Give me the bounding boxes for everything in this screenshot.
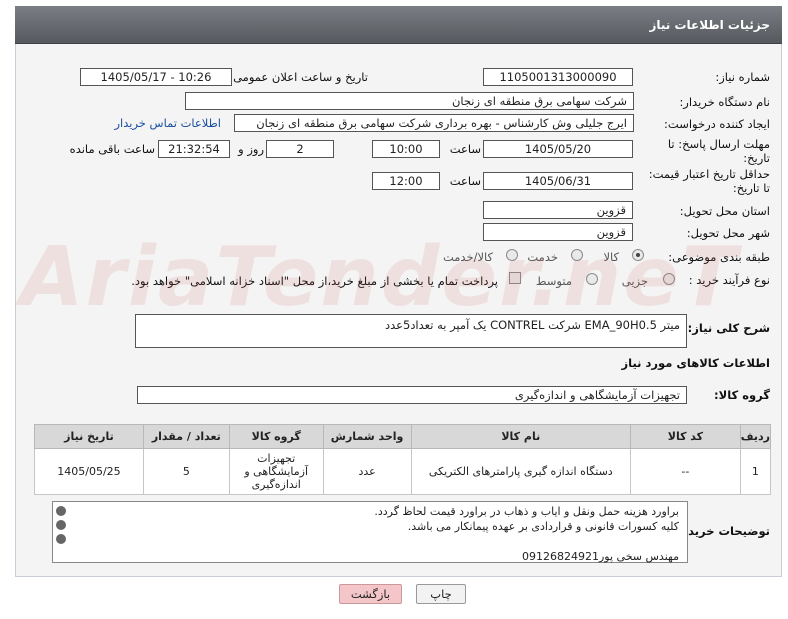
buyer-contact-link[interactable]: اطلاعات تماس خریدار xyxy=(114,116,221,130)
print-button[interactable]: چاپ xyxy=(416,584,466,604)
back-button[interactable]: بازگشت xyxy=(339,584,402,604)
buyer-notes-line xyxy=(61,534,679,549)
province-field: قزوین xyxy=(483,201,633,219)
remaining-time-label: ساعت باقی مانده xyxy=(69,142,155,156)
goods-group-label: گروه کالا: xyxy=(714,388,770,402)
col-date: تاریخ نیاز xyxy=(34,424,144,449)
col-row: ردیف xyxy=(739,424,772,449)
scroll-dot-icon xyxy=(56,506,66,516)
reply-days-field: 2 xyxy=(266,140,334,158)
need-number-field: 1105001313000090 xyxy=(483,68,633,86)
table-row: 1 -- دستگاه اندازه گیری پارامترهای الکتر… xyxy=(34,448,772,495)
cell-name: دستگاه اندازه گیری پارامترهای الکتریکی xyxy=(410,448,632,495)
province-label: استان محل تحویل: xyxy=(679,204,770,218)
col-group: گروه کالا xyxy=(228,424,324,449)
panel-header: جزئیات اطلاعات نیاز xyxy=(15,6,782,44)
need-number-label: شماره نیاز: xyxy=(715,70,770,84)
cell-row: 1 xyxy=(739,448,772,495)
price-validity-label: حداقل تاریخ اعتبار قیمت: تا تاریخ: xyxy=(648,167,770,195)
creator-field: ایرج جلیلی وش کارشناس - بهره برداری شرکت… xyxy=(234,114,634,132)
buyer-notes-line: مهندس سخی پور09126824921 xyxy=(521,550,679,563)
scroll-dot-icon xyxy=(56,534,66,544)
reply-deadline-time-field: 10:00 xyxy=(372,140,440,158)
col-name: نام کالا xyxy=(410,424,632,449)
price-validity-date-field: 1405/06/31 xyxy=(483,172,633,190)
price-validity-time-field: 12:00 xyxy=(372,172,440,190)
goods-table-header: ردیف کد کالا نام کالا واحد شمارش گروه کا… xyxy=(34,424,772,449)
buyer-org-field: شرکت سهامی برق منطقه ای زنجان xyxy=(185,92,634,110)
reply-deadline-date-field: 1405/05/20 xyxy=(483,140,633,158)
page-title: جزئیات اطلاعات نیاز xyxy=(649,18,770,32)
general-desc-field: میتر EMA_90H0.5 شرکت CONTREL یک آمپر به … xyxy=(135,314,687,348)
reply-days-label: روز و xyxy=(238,142,264,156)
price-validity-time-label: ساعت xyxy=(449,174,481,188)
col-qty: تعداد / مقدار xyxy=(142,424,230,449)
reply-deadline-time-label: ساعت xyxy=(449,142,481,156)
goods-section-title: اطلاعات کالاهای مورد نیاز xyxy=(621,356,770,370)
goods-group-field: تجهیزات آزمایشگاهی و اندازه‌گیری xyxy=(137,386,687,404)
goods-table: ردیف کد کالا نام کالا واحد شمارش گروه کا… xyxy=(34,424,772,495)
notes-scrollbar[interactable] xyxy=(56,506,66,558)
watermark-logo: AriaTender.neT xyxy=(20,230,739,325)
scroll-dot-icon xyxy=(56,520,66,530)
remaining-time-field: 21:32:54 xyxy=(158,140,230,158)
buyer-notes-field: براورد هزینه حمل ونقل و ایاب و ذهاب در ب… xyxy=(52,501,688,563)
buyer-org-label: نام دستگاه خریدار: xyxy=(679,95,770,109)
announce-datetime-label: تاریخ و ساعت اعلان عمومی: xyxy=(229,70,368,84)
creator-label: ایجاد کننده درخواست: xyxy=(664,117,770,131)
col-unit: واحد شمارش xyxy=(322,424,412,449)
cell-unit: عدد xyxy=(322,448,412,495)
cell-date: 1405/05/25 xyxy=(34,448,144,495)
cell-qty: 5 xyxy=(142,448,230,495)
cell-group: تجهیزات آزمایشگاهی و اندازه‌گیری xyxy=(228,448,324,495)
reply-deadline-label: مهلت ارسال پاسخ: تا تاریخ: xyxy=(667,137,770,165)
general-desc-label: شرح کلی نیاز: xyxy=(687,321,770,335)
announce-datetime-field: 1405/05/17 - 10:26 xyxy=(80,68,232,86)
buyer-notes-line: کلیه کسورات قانونی و قراردادی بر عهده پی… xyxy=(407,520,679,533)
cell-code: -- xyxy=(630,448,741,495)
buyer-notes-line: براورد هزینه حمل ونقل و ایاب و ذهاب در ب… xyxy=(374,505,679,518)
col-code: کد کالا xyxy=(630,424,741,449)
